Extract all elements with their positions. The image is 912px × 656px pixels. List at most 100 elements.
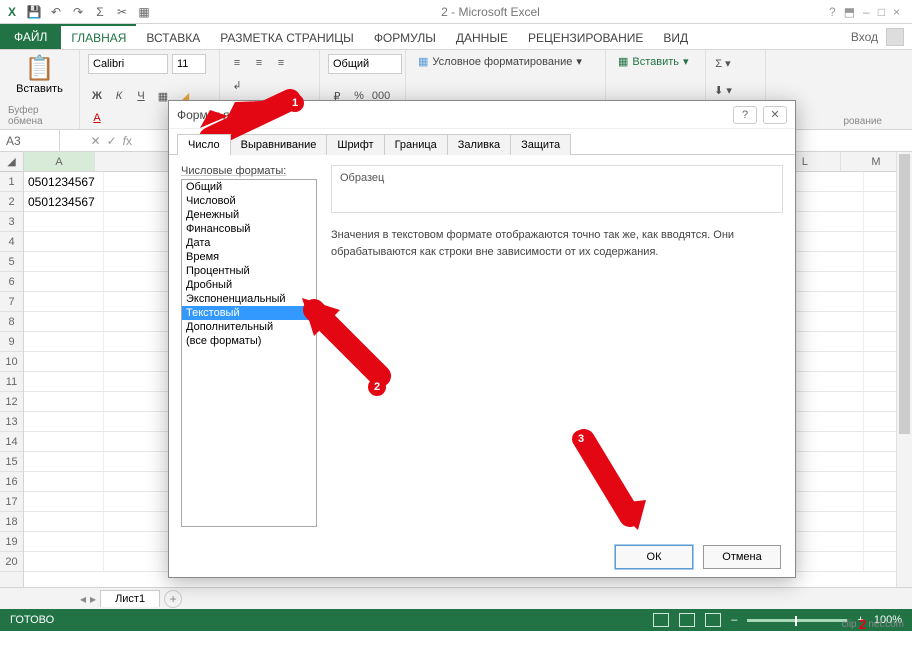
open-icon[interactable]: ▦ (136, 4, 152, 20)
tab-review[interactable]: РЕЦЕНЗИРОВАНИЕ (518, 24, 653, 49)
conditional-formatting-button[interactable]: ▦Условное форматирование ▾ (414, 54, 586, 69)
cell[interactable] (24, 472, 104, 491)
format-list-item[interactable]: Дата (182, 236, 316, 250)
dialog-tab[interactable]: Заливка (447, 134, 511, 155)
tab-insert[interactable]: ВСТАВКА (136, 24, 210, 49)
view-page-layout-icon[interactable] (679, 613, 695, 627)
cell[interactable] (24, 392, 104, 411)
format-list-item[interactable]: Числовой (182, 194, 316, 208)
tab-formulas[interactable]: ФОРМУЛЫ (364, 24, 446, 49)
cell[interactable] (24, 232, 104, 251)
row-header[interactable]: 6 (0, 272, 23, 292)
column-header[interactable]: A (24, 152, 95, 171)
paste-icon[interactable]: 📋 (25, 54, 55, 83)
cell[interactable] (784, 512, 864, 531)
cell[interactable] (24, 372, 104, 391)
italic-button[interactable]: К (110, 87, 128, 105)
row-header[interactable]: 3 (0, 212, 23, 232)
row-header[interactable]: 8 (0, 312, 23, 332)
tab-data[interactable]: ДАННЫЕ (446, 24, 518, 49)
row-header[interactable]: 17 (0, 492, 23, 512)
cell[interactable] (24, 292, 104, 311)
cell[interactable] (24, 512, 104, 531)
row-header[interactable]: 9 (0, 332, 23, 352)
cell[interactable] (784, 432, 864, 451)
cell[interactable] (24, 432, 104, 451)
fx-cancel-icon[interactable]: ✕ (91, 134, 101, 148)
number-format-dropdown[interactable] (328, 54, 402, 74)
login-link[interactable]: Вход (851, 30, 878, 44)
cell[interactable] (784, 392, 864, 411)
view-normal-icon[interactable] (653, 613, 669, 627)
format-list-item[interactable]: Время (182, 250, 316, 264)
format-list-item[interactable]: Процентный (182, 264, 316, 278)
help-icon[interactable]: ? (829, 5, 836, 19)
row-header[interactable]: 11 (0, 372, 23, 392)
cell[interactable] (24, 212, 104, 231)
add-sheet-button[interactable]: + (164, 590, 182, 608)
select-all-corner[interactable]: ◢ (0, 152, 23, 172)
sheet-nav-prev-icon[interactable]: ◂ (80, 592, 86, 606)
font-size-input[interactable] (172, 54, 206, 74)
cell[interactable] (784, 452, 864, 471)
tab-home[interactable]: ГЛАВНАЯ (61, 24, 136, 49)
font-name-input[interactable] (88, 54, 168, 74)
maximize-icon[interactable]: □ (878, 5, 885, 19)
cell[interactable] (784, 352, 864, 371)
row-header[interactable]: 5 (0, 252, 23, 272)
row-header[interactable]: 16 (0, 472, 23, 492)
cell[interactable] (24, 412, 104, 431)
format-list-item[interactable]: (все форматы) (182, 334, 316, 348)
dialog-tab[interactable]: Граница (384, 134, 448, 155)
minimize-icon[interactable]: – (863, 5, 870, 19)
cell[interactable] (784, 212, 864, 231)
format-list-item[interactable]: Дополнительный (182, 320, 316, 334)
cell[interactable] (24, 252, 104, 271)
cell[interactable] (784, 412, 864, 431)
format-list-item[interactable]: Экспоненциальный (182, 292, 316, 306)
align-mid-icon[interactable]: ≡ (250, 54, 268, 72)
format-list-item[interactable]: Денежный (182, 208, 316, 222)
row-header[interactable]: 1 (0, 172, 23, 192)
ok-button[interactable]: ОК (615, 545, 693, 569)
cells-insert-button[interactable]: ▦ Вставить ▾ (614, 54, 693, 69)
dialog-tab[interactable]: Шрифт (326, 134, 384, 155)
format-list-item[interactable]: Текстовый (182, 306, 316, 320)
row-header[interactable]: 18 (0, 512, 23, 532)
autosum-button[interactable]: Σ ▾ (714, 54, 732, 72)
cell[interactable] (24, 552, 104, 571)
cell[interactable] (784, 172, 864, 191)
cell[interactable] (24, 452, 104, 471)
row-header[interactable]: 10 (0, 352, 23, 372)
dialog-help-button[interactable]: ? (733, 106, 757, 124)
cell[interactable] (24, 312, 104, 331)
cell[interactable]: 0501234567 (24, 172, 104, 191)
cell[interactable] (784, 332, 864, 351)
sheet-nav-next-icon[interactable]: ▸ (90, 592, 96, 606)
row-header[interactable]: 12 (0, 392, 23, 412)
cell[interactable] (784, 312, 864, 331)
tab-page-layout[interactable]: РАЗМЕТКА СТРАНИЦЫ (210, 24, 364, 49)
cell[interactable] (784, 232, 864, 251)
close-icon[interactable]: × (893, 5, 900, 19)
dialog-close-button[interactable]: ✕ (763, 106, 787, 124)
cell[interactable] (24, 272, 104, 291)
cell[interactable] (784, 492, 864, 511)
dialog-tab[interactable]: Защита (510, 134, 571, 155)
row-header[interactable]: 15 (0, 452, 23, 472)
align-bottom-icon[interactable]: ≡ (272, 54, 290, 72)
cell[interactable] (784, 372, 864, 391)
zoom-out-icon[interactable]: – (731, 614, 737, 626)
format-list-item[interactable]: Общий (182, 180, 316, 194)
tab-view[interactable]: ВИД (653, 24, 698, 49)
autosum-icon[interactable]: Σ (92, 4, 108, 20)
undo-icon[interactable]: ↶ (48, 4, 64, 20)
name-box[interactable]: A3 (0, 130, 60, 151)
ribbon-display-icon[interactable]: ⬒ (844, 5, 855, 19)
cut-icon[interactable]: ✂ (114, 4, 130, 20)
cell[interactable] (784, 252, 864, 271)
format-list-item[interactable]: Финансовый (182, 222, 316, 236)
wrap-icon[interactable]: ↲ (228, 76, 246, 94)
row-header[interactable]: 14 (0, 432, 23, 452)
sheet-tab-1[interactable]: Лист1 (100, 590, 160, 607)
